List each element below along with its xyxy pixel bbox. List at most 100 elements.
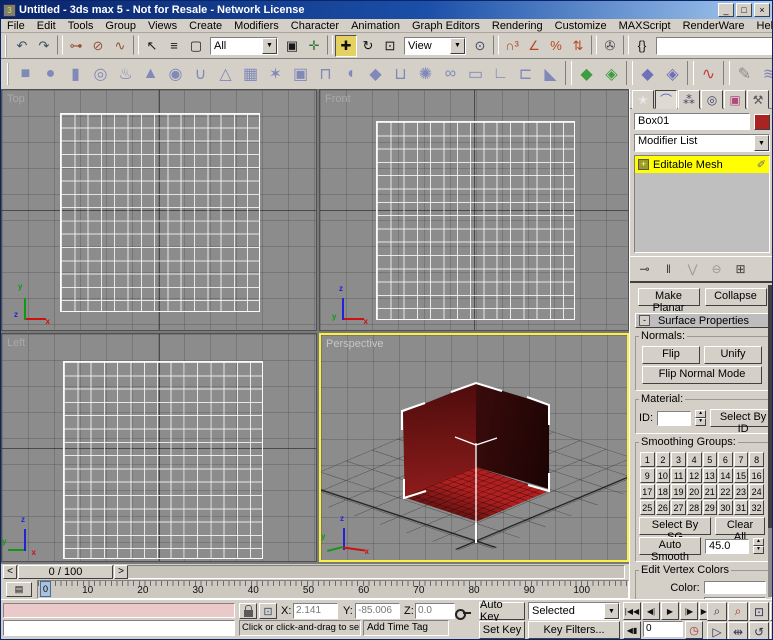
previous-frame-arrow[interactable]: < [3, 565, 17, 579]
add-time-tag[interactable]: Add Time Tag [363, 620, 449, 636]
viewport-label[interactable]: Top [7, 93, 25, 105]
bone-tool-button[interactable]: ✎ [732, 61, 757, 87]
select-by-name-button[interactable]: ≡ [163, 35, 185, 57]
tab-utilities[interactable]: ⚒ [747, 90, 769, 109]
bones-button[interactable]: ∿ [696, 61, 721, 87]
smoothing-group-button[interactable]: 28 [686, 500, 702, 515]
render-scene-button[interactable]: ✇ [599, 35, 621, 57]
arc-rotate-button[interactable]: ↺ [749, 622, 769, 639]
flip-button[interactable]: Flip [642, 346, 700, 364]
select-and-manipulate-button[interactable]: ✛ [303, 35, 325, 57]
smoothing-group-button[interactable]: 14 [718, 468, 733, 483]
smoothing-group-button[interactable]: 21 [702, 484, 718, 499]
smoothing-group-button[interactable]: 19 [671, 484, 686, 499]
smoothing-group-button[interactable]: 5 [702, 452, 718, 467]
undo-button[interactable]: ↶ [11, 35, 33, 57]
panel-scrollbar[interactable] [768, 285, 772, 597]
keyboard-shortcut-override-toggle[interactable] [451, 606, 475, 620]
prism-button[interactable]: ◣ [538, 61, 563, 87]
menu-item[interactable]: Tools [62, 19, 100, 33]
named-selection-sets-dropdown[interactable]: ▼ [656, 36, 772, 55]
key-filters-button[interactable]: Key Filters... [528, 621, 620, 639]
clear-all-button[interactable]: Clear All [715, 517, 765, 543]
smoothing-group-button[interactable]: 27 [671, 500, 686, 515]
menu-item[interactable]: Animation [345, 19, 406, 33]
smoothing-group-button[interactable]: 31 [733, 500, 749, 515]
tab-hierarchy[interactable]: ⁂ [678, 90, 700, 109]
smoothing-group-button[interactable]: 8 [749, 452, 764, 467]
track-bar-ruler[interactable]: 10 20 30 40 50 60 70 80 90 100 0 [37, 580, 629, 599]
smoothing-group-button[interactable]: 3 [671, 452, 686, 467]
menu-item[interactable]: Rendering [486, 19, 549, 33]
viewport-perspective[interactable]: Perspective z x y [319, 333, 629, 562]
make-unique-button[interactable]: ⋁ [682, 259, 703, 278]
snap-toggle-3d-button[interactable]: ∩³ [501, 35, 523, 57]
chamfer-box-button[interactable]: ▣ [288, 61, 313, 87]
percent-snap-toggle-button[interactable]: % [545, 35, 567, 57]
c-ext-button[interactable]: ⊏ [513, 61, 538, 87]
collapse-button[interactable]: Collapse [704, 288, 767, 306]
current-frame-field[interactable]: 0 [643, 621, 683, 637]
menu-item[interactable]: Create [183, 19, 228, 33]
smoothing-group-button[interactable]: 15 [733, 468, 749, 483]
gengon-button[interactable]: ⊔ [388, 61, 413, 87]
redo-button[interactable]: ↷ [33, 35, 55, 57]
torus-knot-button[interactable]: ∞ [438, 61, 463, 87]
status-line[interactable] [3, 620, 235, 636]
key-mode-toggle[interactable]: ◀▮ [623, 621, 641, 639]
use-pivot-point-center-button[interactable]: ⊙ [469, 35, 491, 57]
configure-modifier-sets-button[interactable]: ⊞ [730, 259, 751, 278]
show-end-result-button[interactable]: ‖ [658, 259, 679, 278]
cone-button[interactable]: ▲ [138, 61, 163, 87]
next-frame-arrow[interactable]: > [114, 565, 128, 579]
unify-button[interactable]: Unify [704, 346, 762, 364]
named-selection-sets-button[interactable]: {} [631, 35, 653, 57]
menu-item[interactable]: MAXScript [613, 19, 677, 33]
l-ext-button[interactable]: ∟ [488, 61, 513, 87]
z-coordinate-field[interactable]: 0.0 [415, 603, 455, 619]
tab-motion[interactable]: ◎ [701, 90, 723, 109]
rollout-surface-properties[interactable]: - Surface Properties [635, 313, 769, 328]
zoom-all-button[interactable]: ⌕ [728, 602, 748, 621]
smoothing-group-button[interactable]: 10 [655, 468, 671, 483]
tube-button[interactable]: ∪ [188, 61, 213, 87]
pin-stack-button[interactable]: ⊸ [634, 259, 655, 278]
quad-patch-button[interactable]: ◆ [574, 61, 599, 87]
menu-item[interactable]: Graph Editors [406, 19, 486, 33]
sphere-button[interactable]: ● [38, 61, 63, 87]
smoothing-group-button[interactable]: 23 [733, 484, 749, 499]
angle-snap-toggle-button[interactable]: ∠ [523, 35, 545, 57]
box-wireframe[interactable] [63, 361, 263, 559]
pyramid-button[interactable]: △ [213, 61, 238, 87]
minimize-button[interactable]: _ [718, 3, 734, 17]
flip-normal-mode-button[interactable]: Flip Normal Mode [642, 366, 762, 384]
smoothing-group-button[interactable]: 22 [718, 484, 733, 499]
menu-item[interactable]: Edit [31, 19, 62, 33]
auto-smooth-threshold-field[interactable]: 45.0 [705, 538, 749, 554]
smoothing-group-button[interactable]: 30 [718, 500, 733, 515]
vertex-color-swatch[interactable] [703, 581, 766, 594]
smoothing-group-button[interactable]: 17 [640, 484, 655, 499]
spindle-button[interactable]: ◆ [363, 61, 388, 87]
nurbs-cv-surface-button[interactable]: ◈ [660, 61, 685, 87]
auto-smooth-spinner[interactable]: ▲ ▼ [753, 538, 764, 554]
time-slider-handle[interactable]: 0 / 100 [18, 565, 113, 579]
select-by-sg-button[interactable]: Select By SG [639, 517, 711, 543]
box-wireframe[interactable] [376, 121, 575, 320]
make-planar-button[interactable]: Make Planar [637, 288, 700, 314]
go-to-start-button[interactable]: |◀◀ [623, 602, 641, 620]
nurbs-point-surface-button[interactable]: ◆ [635, 61, 660, 87]
menu-item[interactable]: Customize [549, 19, 613, 33]
viewport-label[interactable]: Left [7, 337, 25, 349]
tri-patch-button[interactable]: ◈ [599, 61, 624, 87]
expand-icon[interactable]: + [638, 159, 649, 170]
toolbar-handle[interactable] [5, 34, 7, 57]
smoothing-group-button[interactable]: 20 [686, 484, 702, 499]
menu-item[interactable]: RenderWare [677, 19, 751, 33]
chevron-down-icon[interactable]: ▼ [604, 603, 619, 619]
plane-button[interactable]: ▦ [238, 61, 263, 87]
box-button[interactable]: ■ [13, 61, 38, 87]
smoothing-group-button[interactable]: 2 [655, 452, 671, 467]
capsule-button[interactable]: ▭ [463, 61, 488, 87]
smoothing-group-button[interactable]: 12 [686, 468, 702, 483]
